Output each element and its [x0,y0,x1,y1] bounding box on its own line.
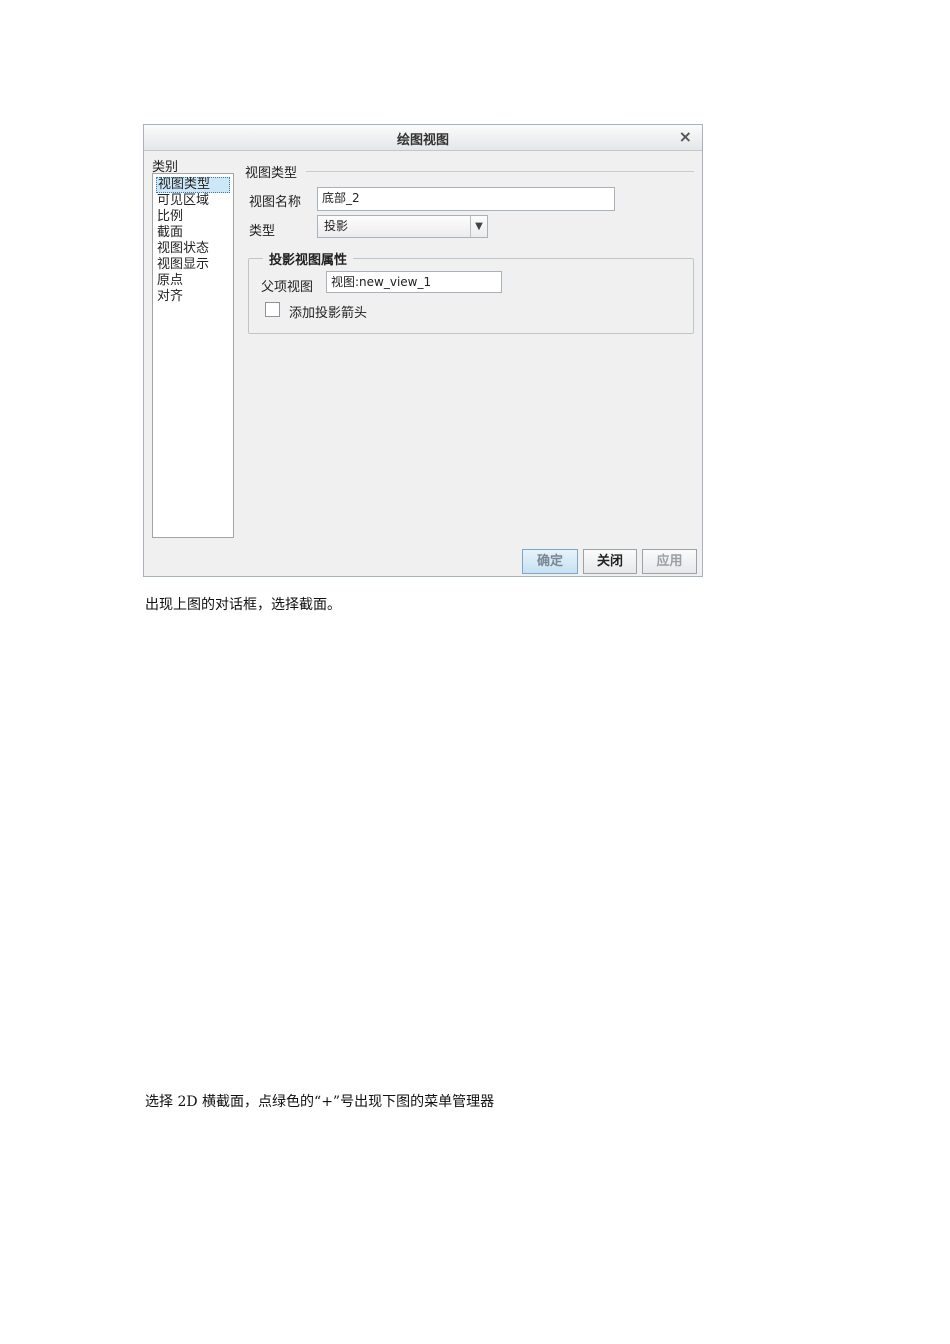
dialog-title: 绘图视图 [396,133,449,148]
parent-view-label: 父项视图 [261,280,314,295]
drawing-view-dialog: 绘图视图 × 类别 视图类型 可见区域 比例 截面 视图状态 视图显示 原点 对… [143,124,703,577]
projection-properties-group [248,258,694,334]
category-item-scale[interactable]: 比例 [156,209,230,225]
category-item-visible-area[interactable]: 可见区域 [156,193,230,209]
category-list: 视图类型 可见区域 比例 截面 视图状态 视图显示 原点 对齐 [152,173,234,538]
close-button[interactable]: 关闭 [583,549,637,574]
category-item-view-type[interactable]: 视图类型 [156,177,230,193]
category-item-origin[interactable]: 原点 [156,273,230,289]
category-item-section[interactable]: 截面 [156,225,230,241]
type-select[interactable]: 投影 ▼ [317,215,488,238]
projection-properties-title: 投影视图属性 [263,249,354,268]
view-name-label: 视图名称 [249,195,302,210]
chevron-down-icon[interactable]: ▼ [470,216,487,237]
type-select-value: 投影 [324,219,349,233]
view-name-input[interactable]: 底部_2 [317,187,615,211]
apply-button[interactable]: 应用 [642,549,697,574]
close-icon[interactable]: × [679,127,692,146]
section-divider [306,171,694,172]
type-label: 类型 [249,224,276,239]
caption-first: 出现上图的对话框，选择截面。 [145,597,341,613]
category-item-view-display[interactable]: 视图显示 [156,257,230,273]
section-title: 视图类型 [245,166,298,181]
parent-view-field[interactable]: 视图:new_view_1 [326,271,502,293]
category-item-alignment[interactable]: 对齐 [156,289,230,305]
add-projection-arrow-checkbox[interactable] [265,302,280,317]
ok-button[interactable]: 确定 [522,549,578,574]
category-item-view-states[interactable]: 视图状态 [156,241,230,257]
add-projection-arrow-label: 添加投影箭头 [289,306,368,321]
dialog-titlebar: 绘图视图 × [144,125,702,151]
caption-second: 选择 2D 横截面，点绿色的“+”号出现下图的菜单管理器 [145,1094,495,1110]
